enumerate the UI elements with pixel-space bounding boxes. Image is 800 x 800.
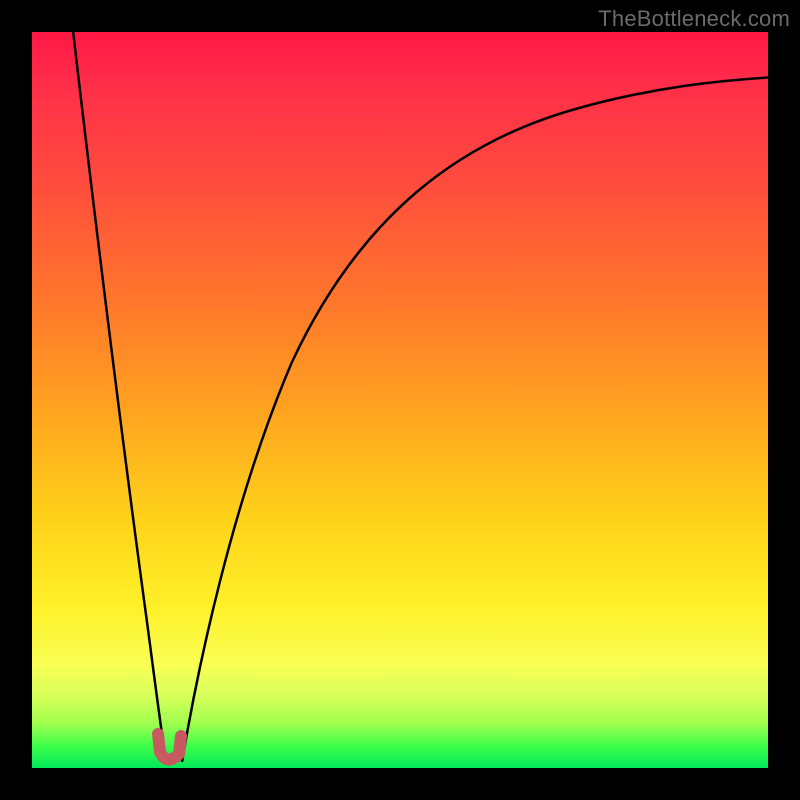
curve-left-branch	[72, 32, 166, 762]
chart-svg	[32, 32, 768, 768]
optimal-marker-icon	[158, 734, 181, 760]
chart-frame: TheBottleneck.com	[0, 0, 800, 800]
curve-right-branch	[182, 77, 768, 762]
plot-area	[32, 32, 768, 768]
watermark-text: TheBottleneck.com	[598, 6, 790, 32]
